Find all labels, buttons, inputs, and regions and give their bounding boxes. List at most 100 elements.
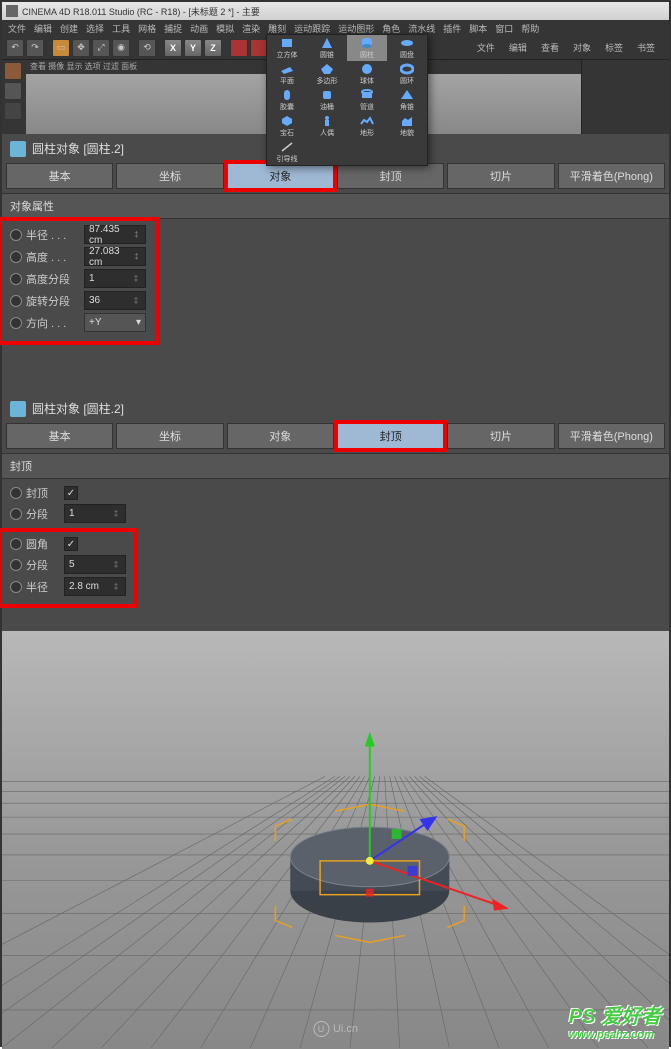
render-icon[interactable] [230, 39, 248, 57]
relief-icon [400, 115, 414, 127]
menu-item[interactable]: 脚本 [469, 22, 487, 35]
menu-item[interactable]: 运动跟踪 [294, 22, 330, 35]
redo-icon[interactable]: ↷ [26, 39, 44, 57]
disc-icon [400, 37, 414, 49]
prim-cone[interactable]: 圆锥 [307, 35, 347, 61]
viewport-3d[interactable]: U Ui.cn PS 爱好者 www.psahz.com [2, 631, 669, 1049]
height-input[interactable]: 27.083 cm‡ [84, 247, 146, 266]
prim-polygon[interactable]: 多边形 [307, 61, 347, 87]
menu-item[interactable]: 运动图形 [338, 22, 374, 35]
anim-dot-icon[interactable] [10, 295, 22, 307]
prim-oiltank[interactable]: 油桶 [307, 87, 347, 113]
history-icon[interactable]: ⟲ [138, 39, 156, 57]
direction-select[interactable]: +Y▾ [84, 313, 146, 332]
prim-landscape[interactable]: 地形 [347, 113, 387, 139]
texture-mode-icon[interactable] [4, 102, 22, 120]
undo-icon[interactable]: ↶ [6, 39, 24, 57]
prim-tube[interactable]: 管道 [347, 87, 387, 113]
radius-input[interactable]: 87.435 cm‡ [84, 225, 146, 244]
y-axis-icon[interactable]: Y [184, 39, 202, 57]
tab-object[interactable]: 对象 [227, 423, 334, 449]
anim-dot-icon[interactable] [10, 317, 22, 329]
menu-item[interactable]: 网格 [138, 22, 156, 35]
make-editable-icon[interactable] [4, 62, 22, 80]
tab-phong[interactable]: 平滑着色(Phong) [558, 423, 665, 449]
spinner-icon[interactable]: ‡ [131, 274, 141, 283]
prim-sphere[interactable]: 球体 [347, 61, 387, 87]
select-tool-icon[interactable]: ▭ [52, 39, 70, 57]
tab-slice[interactable]: 切片 [447, 423, 554, 449]
anim-dot-icon[interactable] [10, 273, 22, 285]
tab-coord[interactable]: 坐标 [116, 423, 223, 449]
menu-item[interactable]: 窗口 [495, 22, 513, 35]
scale-tool-icon[interactable]: ⤢ [92, 39, 110, 57]
tab-object[interactable]: 对象 [227, 163, 334, 189]
spinner-icon[interactable]: ‡ [132, 252, 141, 261]
spinner-icon[interactable]: ‡ [111, 509, 121, 518]
prim-platonic[interactable]: 宝石 [267, 113, 307, 139]
caps-checkbox[interactable]: ✓ [64, 486, 78, 500]
prim-relief[interactable]: 地貌 [387, 113, 427, 139]
fillet-radius-input[interactable]: 2.8 cm‡ [64, 577, 126, 596]
prim-figure[interactable]: 人偶 [307, 113, 347, 139]
menu-item[interactable]: 文件 [8, 22, 26, 35]
fillet-checkbox[interactable]: ✓ [64, 537, 78, 551]
anim-dot-icon[interactable] [10, 581, 22, 593]
menu-item[interactable]: 渲染 [242, 22, 260, 35]
prim-cylinder[interactable]: 圆柱 [347, 35, 387, 61]
menu-item[interactable]: 捕捉 [164, 22, 182, 35]
toolbar-right-item[interactable]: 文件 [477, 41, 495, 54]
menu-item[interactable]: 创建 [60, 22, 78, 35]
toolbar-right-item[interactable]: 书签 [637, 41, 655, 54]
watermark: PS 爱好者 www.psahz.com [569, 1000, 661, 1041]
prim-capsule[interactable]: 胶囊 [267, 87, 307, 113]
z-axis-icon[interactable]: Z [204, 39, 222, 57]
tab-coord[interactable]: 坐标 [116, 163, 223, 189]
tab-phong[interactable]: 平滑着色(Phong) [558, 163, 665, 189]
model-mode-icon[interactable] [4, 82, 22, 100]
toolbar-right-item[interactable]: 编辑 [509, 41, 527, 54]
anim-dot-icon[interactable] [10, 508, 22, 520]
spinner-icon[interactable]: ‡ [111, 560, 121, 569]
anim-dot-icon[interactable] [10, 538, 22, 550]
polygon-icon [320, 63, 334, 75]
spinner-icon[interactable]: ‡ [132, 230, 141, 239]
tab-basic[interactable]: 基本 [6, 163, 113, 189]
cap-segments-input[interactable]: 1‡ [64, 504, 126, 523]
move-tool-icon[interactable]: ✥ [72, 39, 90, 57]
rotate-tool-icon[interactable]: ◉ [112, 39, 130, 57]
fillet-segments-input[interactable]: 5‡ [64, 555, 126, 574]
tab-caps[interactable]: 封顶 [337, 423, 444, 449]
menu-item[interactable]: 帮助 [521, 22, 539, 35]
menu-item[interactable]: 插件 [443, 22, 461, 35]
prim-plane[interactable]: 平面 [267, 61, 307, 87]
tab-basic[interactable]: 基本 [6, 423, 113, 449]
prim-guide[interactable]: 引导线 [267, 139, 307, 165]
anim-dot-icon[interactable] [10, 229, 22, 241]
prim-torus[interactable]: 圆环 [387, 61, 427, 87]
x-axis-icon[interactable]: X [164, 39, 182, 57]
anim-dot-icon[interactable] [10, 251, 22, 263]
height-segments-input[interactable]: 1‡ [84, 269, 146, 288]
menu-item[interactable]: 工具 [112, 22, 130, 35]
toolbar-right-item[interactable]: 标签 [605, 41, 623, 54]
tab-caps[interactable]: 封顶 [337, 163, 444, 189]
menu-item[interactable]: 动画 [190, 22, 208, 35]
menu-item[interactable]: 角色 [382, 22, 400, 35]
rotation-segments-input[interactable]: 36‡ [84, 291, 146, 310]
prim-disc[interactable]: 圆盘 [387, 35, 427, 61]
anim-dot-icon[interactable] [10, 487, 22, 499]
menu-item[interactable]: 模拟 [216, 22, 234, 35]
menu-item[interactable]: 选择 [86, 22, 104, 35]
anim-dot-icon[interactable] [10, 559, 22, 571]
menu-item[interactable]: 编辑 [34, 22, 52, 35]
menu-item[interactable]: 雕刻 [268, 22, 286, 35]
spinner-icon[interactable]: ‡ [111, 582, 121, 591]
toolbar-right-item[interactable]: 查看 [541, 41, 559, 54]
tab-slice[interactable]: 切片 [447, 163, 554, 189]
prim-pyramid[interactable]: 角锥 [387, 87, 427, 113]
menu-item[interactable]: 流水线 [408, 22, 435, 35]
prim-cube[interactable]: 立方体 [267, 35, 307, 61]
toolbar-right-item[interactable]: 对象 [573, 41, 591, 54]
spinner-icon[interactable]: ‡ [131, 296, 141, 305]
